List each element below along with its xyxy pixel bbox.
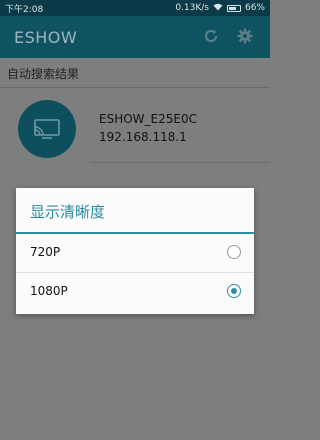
app-bar: ESHOW [0, 16, 270, 58]
status-indicators: 0.13K/s 66% [175, 3, 265, 14]
option-label: 1080P [30, 284, 68, 298]
status-bar: 下午2:08 0.13K/s 66% [0, 0, 270, 16]
app-title: ESHOW [14, 27, 78, 47]
device-avatar [18, 100, 76, 158]
app-actions [200, 25, 256, 47]
wifi-icon [213, 3, 223, 14]
option-720p[interactable]: 720P [16, 234, 254, 272]
radio-button-1080p[interactable] [227, 284, 241, 298]
section-title: 自动搜索结果 [7, 67, 80, 81]
battery-icon [226, 4, 241, 12]
refresh-button[interactable] [200, 25, 222, 47]
radio-button-720p[interactable] [227, 245, 241, 259]
section-divider [0, 87, 270, 88]
screen-cast-icon [34, 119, 60, 139]
battery-level: 66% [244, 3, 265, 13]
status-time: 下午2:08 [5, 4, 44, 15]
device-name: ESHOW_E25E0C [99, 112, 197, 126]
row-divider [90, 162, 270, 163]
dialog-title: 显示清晰度 [30, 203, 106, 221]
settings-button[interactable] [234, 25, 256, 47]
option-label: 720P [30, 245, 61, 259]
device-ip: 192.168.118.1 [99, 130, 187, 144]
gear-icon [237, 28, 253, 44]
network-speed: 0.13K/s [175, 3, 209, 13]
refresh-icon [205, 29, 218, 42]
resolution-dialog: 显示清晰度 720P 1080P [16, 188, 254, 314]
option-1080p[interactable]: 1080P [16, 273, 254, 311]
device-list-item[interactable]: ESHOW_E25E0C 192.168.118.1 [0, 92, 270, 158]
